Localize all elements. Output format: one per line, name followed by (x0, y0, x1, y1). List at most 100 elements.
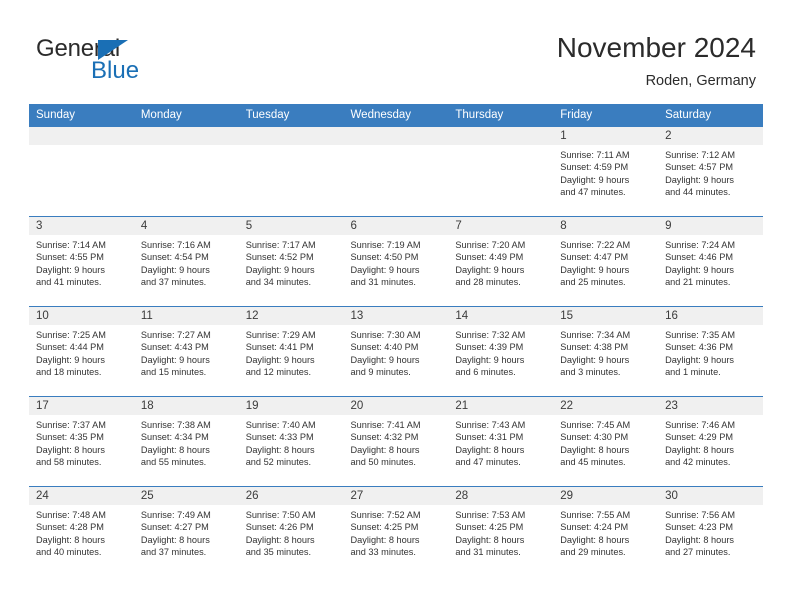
daylight-duration-line1: Daylight: 8 hours (665, 534, 735, 545)
calendar-day-cell[interactable]: 13 Sunrise: 7:30 AM Sunset: 4:40 PM Dayligh… (343, 306, 449, 397)
calendar-cell-inner: 10 Sunrise: 7:25 AM Sunset: 4:44 PM Dayligh… (29, 307, 134, 396)
sunrise-time: Sunrise: 7:49 AM (140, 510, 211, 520)
sunrise-time: Sunrise: 7:22 AM (560, 240, 631, 250)
sunset-time: Sunset: 4:57 PM (665, 162, 733, 173)
daylight-duration-line2: and 55 minutes. (140, 457, 207, 468)
calendar-day-cell[interactable]: 12 Sunrise: 7:29 AM Sunset: 4:41 PM Dayligh… (238, 306, 344, 397)
weekday-header-sunday: Sunday (29, 104, 134, 127)
calendar-day-cell[interactable]: 26 Sunrise: 7:50 AM Sunset: 4:26 PM Dayligh… (238, 486, 344, 576)
calendar-cell-inner: 9 Sunrise: 7:24 AM Sunset: 4:46 PM Daylight… (658, 217, 763, 306)
calendar-cell-inner: 19 Sunrise: 7:40 AM Sunset: 4:33 PM Dayligh… (238, 397, 344, 486)
sunset-time: Sunset: 4:30 PM (560, 432, 629, 443)
day-details: Sunrise: 7:43 AM Sunset: 4:31 PM Daylight:… (448, 415, 553, 469)
daylight-duration-line2: and 52 minutes. (245, 457, 312, 468)
calendar-day-cell[interactable]: 15 Sunrise: 7:34 AM Sunset: 4:38 PM Dayligh… (553, 306, 659, 397)
sunrise-time: Sunrise: 7:50 AM (245, 510, 316, 520)
calendar-day-cell[interactable]: 1 Sunrise: 7:11 AM Sunset: 4:59 PM Daylight… (553, 126, 659, 217)
day-details: Sunrise: 7:22 AM Sunset: 4:47 PM Daylight:… (553, 235, 658, 289)
calendar-day-cell[interactable]: 21 Sunrise: 7:43 AM Sunset: 4:31 PM Dayligh… (448, 396, 554, 487)
day-details: Sunrise: 7:24 AM Sunset: 4:46 PM Daylight:… (658, 235, 763, 289)
sunrise-time: Sunrise: 7:30 AM (350, 330, 421, 340)
day-details: Sunrise: 7:17 AM Sunset: 4:52 PM Daylight:… (239, 235, 344, 289)
day-details: Sunrise: 7:25 AM Sunset: 4:44 PM Daylight:… (29, 325, 134, 379)
calendar-day-cell[interactable]: 28 Sunrise: 7:53 AM Sunset: 4:25 PM Dayligh… (448, 486, 554, 576)
daylight-duration-line1: Daylight: 8 hours (455, 444, 525, 455)
calendar-day-cell[interactable]: 27 Sunrise: 7:52 AM Sunset: 4:25 PM Dayligh… (343, 486, 449, 576)
calendar-day-cell[interactable]: 16 Sunrise: 7:35 AM Sunset: 4:36 PM Dayligh… (658, 306, 763, 397)
calendar-day-cell[interactable]: 10 Sunrise: 7:25 AM Sunset: 4:44 PM Dayligh… (29, 306, 134, 397)
day-number: 29 (553, 487, 659, 505)
calendar-day-cell[interactable]: 25 Sunrise: 7:49 AM Sunset: 4:27 PM Dayligh… (133, 486, 239, 576)
day-details: Sunrise: 7:56 AM Sunset: 4:23 PM Daylight:… (658, 505, 763, 559)
day-number (133, 127, 239, 145)
sunset-time: Sunset: 4:54 PM (140, 252, 209, 263)
sunset-time: Sunset: 4:38 PM (560, 342, 629, 353)
calendar-day-cell[interactable]: 3 Sunrise: 7:14 AM Sunset: 4:55 PM Daylight… (29, 216, 134, 307)
sunset-time: Sunset: 4:55 PM (36, 252, 104, 263)
sunset-time: Sunset: 4:34 PM (140, 432, 209, 443)
daylight-duration-line2: and 45 minutes. (560, 457, 626, 468)
daylight-duration-line2: and 12 minutes. (245, 367, 312, 378)
sunrise-time: Sunrise: 7:11 AM (560, 150, 630, 160)
calendar-day-cell[interactable]: 29 Sunrise: 7:55 AM Sunset: 4:24 PM Dayligh… (553, 486, 659, 576)
daylight-duration-line2: and 50 minutes. (350, 457, 416, 468)
day-details: Sunrise: 7:37 AM Sunset: 4:35 PM Daylight:… (29, 415, 134, 469)
calendar-day-cell[interactable]: 8 Sunrise: 7:22 AM Sunset: 4:47 PM Daylight… (553, 216, 659, 307)
daylight-duration-line2: and 31 minutes. (455, 547, 521, 558)
daylight-duration-line1: Daylight: 9 hours (140, 264, 210, 275)
calendar-week-row: 3 Sunrise: 7:14 AM Sunset: 4:55 PM Daylight… (29, 216, 763, 307)
sunrise-time: Sunrise: 7:14 AM (36, 240, 106, 250)
calendar-cell-inner: 11 Sunrise: 7:27 AM Sunset: 4:43 PM Dayligh… (133, 307, 239, 396)
day-number: 24 (29, 487, 134, 505)
sunrise-time: Sunrise: 7:20 AM (455, 240, 526, 250)
calendar-day-cell[interactable]: 14 Sunrise: 7:32 AM Sunset: 4:39 PM Dayligh… (448, 306, 554, 397)
day-details: Sunrise: 7:32 AM Sunset: 4:39 PM Daylight:… (448, 325, 553, 379)
calendar-day-cell[interactable]: 9 Sunrise: 7:24 AM Sunset: 4:46 PM Daylight… (658, 216, 763, 307)
calendar-day-cell[interactable]: 5 Sunrise: 7:17 AM Sunset: 4:52 PM Daylight… (238, 216, 344, 307)
sunset-time: Sunset: 4:41 PM (245, 342, 314, 353)
calendar-day-cell[interactable]: 30 Sunrise: 7:56 AM Sunset: 4:23 PM Dayligh… (658, 486, 763, 576)
calendar-body: 1 Sunrise: 7:11 AM Sunset: 4:59 PM Daylight… (29, 126, 763, 576)
calendar-cell-inner: 24 Sunrise: 7:48 AM Sunset: 4:28 PM Dayligh… (29, 487, 134, 576)
brand-logo[interactable]: General Blue (36, 36, 206, 88)
sunset-time: Sunset: 4:44 PM (36, 342, 104, 353)
day-number (448, 127, 554, 145)
daylight-duration-line2: and 18 minutes. (36, 367, 102, 378)
day-number: 13 (343, 307, 449, 325)
calendar-day-cell[interactable]: 6 Sunrise: 7:19 AM Sunset: 4:50 PM Daylight… (343, 216, 449, 307)
daylight-duration-line1: Daylight: 8 hours (36, 444, 105, 455)
day-details: Sunrise: 7:14 AM Sunset: 4:55 PM Daylight:… (29, 235, 134, 289)
calendar-cell-inner (29, 127, 134, 216)
day-details: Sunrise: 7:35 AM Sunset: 4:36 PM Daylight:… (658, 325, 763, 379)
sunrise-time: Sunrise: 7:53 AM (455, 510, 526, 520)
weekday-header-monday: Monday (133, 104, 239, 127)
sunrise-time: Sunrise: 7:45 AM (560, 420, 631, 430)
calendar-day-cell[interactable]: 7 Sunrise: 7:20 AM Sunset: 4:49 PM Daylight… (448, 216, 554, 307)
daylight-duration-line2: and 34 minutes. (245, 277, 312, 288)
calendar-day-cell[interactable]: 2 Sunrise: 7:12 AM Sunset: 4:57 PM Daylight… (658, 126, 763, 217)
brand-name-blue: Blue (91, 57, 140, 84)
calendar-cell-inner: 16 Sunrise: 7:35 AM Sunset: 4:36 PM Dayligh… (658, 307, 763, 396)
day-details: Sunrise: 7:19 AM Sunset: 4:50 PM Daylight:… (344, 235, 449, 289)
calendar-day-cell[interactable]: 17 Sunrise: 7:37 AM Sunset: 4:35 PM Dayligh… (29, 396, 134, 487)
calendar-cell-empty (29, 126, 134, 217)
calendar-day-cell[interactable]: 11 Sunrise: 7:27 AM Sunset: 4:43 PM Dayligh… (133, 306, 239, 397)
calendar-day-cell[interactable]: 4 Sunrise: 7:16 AM Sunset: 4:54 PM Daylight… (133, 216, 239, 307)
calendar-day-cell[interactable]: 23 Sunrise: 7:46 AM Sunset: 4:29 PM Dayligh… (658, 396, 763, 487)
daylight-duration-line2: and 58 minutes. (36, 457, 102, 468)
daylight-duration-line2: and 44 minutes. (665, 187, 731, 198)
calendar-day-cell[interactable]: 24 Sunrise: 7:48 AM Sunset: 4:28 PM Dayligh… (29, 486, 134, 576)
calendar-day-cell[interactable]: 20 Sunrise: 7:41 AM Sunset: 4:32 PM Dayligh… (343, 396, 449, 487)
daylight-duration-line2: and 29 minutes. (560, 547, 626, 558)
calendar-cell-inner: 15 Sunrise: 7:34 AM Sunset: 4:38 PM Dayligh… (553, 307, 659, 396)
calendar-day-cell[interactable]: 19 Sunrise: 7:40 AM Sunset: 4:33 PM Dayligh… (238, 396, 344, 487)
calendar-day-cell[interactable]: 22 Sunrise: 7:45 AM Sunset: 4:30 PM Dayligh… (553, 396, 659, 487)
calendar-week-row: 10 Sunrise: 7:25 AM Sunset: 4:44 PM Dayligh… (29, 306, 763, 397)
page-title: November 2024 (556, 32, 756, 63)
sunset-time: Sunset: 4:59 PM (560, 162, 629, 173)
sunset-time: Sunset: 4:26 PM (245, 522, 314, 533)
sunset-time: Sunset: 4:47 PM (560, 252, 629, 263)
daylight-duration-line2: and 25 minutes. (560, 277, 626, 288)
calendar-day-cell[interactable]: 18 Sunrise: 7:38 AM Sunset: 4:34 PM Dayligh… (133, 396, 239, 487)
day-details: Sunrise: 7:40 AM Sunset: 4:33 PM Daylight:… (239, 415, 344, 469)
